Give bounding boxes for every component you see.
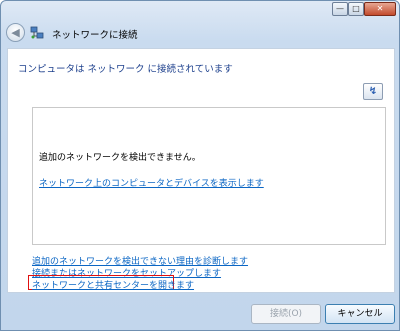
connect-button[interactable]: 接続(O) <box>251 304 321 324</box>
content-panel: コンピュータは ネットワーク に接続されています ↯ 追加のネットワークを検出で… <box>7 48 395 293</box>
show-devices-link[interactable]: ネットワーク上のコンピュータとデバイスを表示します <box>39 176 264 189</box>
no-networks-message: 追加のネットワークを検出できません。 <box>39 153 201 163</box>
navigation-bar: ◀ ネットワークに接続 <box>1 17 399 47</box>
connect-to-network-window: — □ ✕ ◀ ネットワークに接続 コンピュータは ネットワーク に接続されてい… <box>0 0 400 331</box>
connection-status-heading: コンピュータは ネットワーク に接続されています <box>18 64 233 75</box>
network-computers-icon <box>30 26 44 39</box>
close-button[interactable]: ✕ <box>364 2 396 16</box>
minimize-button[interactable]: — <box>332 2 348 16</box>
cancel-button[interactable]: キャンセル <box>325 304 395 324</box>
network-sharing-center-link[interactable]: ネットワークと共有センターを開きます <box>32 278 194 291</box>
title-bar: — □ ✕ <box>1 1 399 17</box>
window-title: ネットワークに接続 <box>52 30 138 41</box>
refresh-button[interactable]: ↯ <box>363 83 383 100</box>
button-bar: 接続(O) キャンセル <box>1 295 399 330</box>
back-arrow-icon[interactable]: ◀ <box>6 23 25 42</box>
refresh-icon: ↯ <box>368 86 378 97</box>
maximize-button[interactable]: □ <box>348 2 364 16</box>
network-list: 追加のネットワークを検出できません。 ネットワーク上のコンピュータとデバイスを表… <box>32 107 386 245</box>
